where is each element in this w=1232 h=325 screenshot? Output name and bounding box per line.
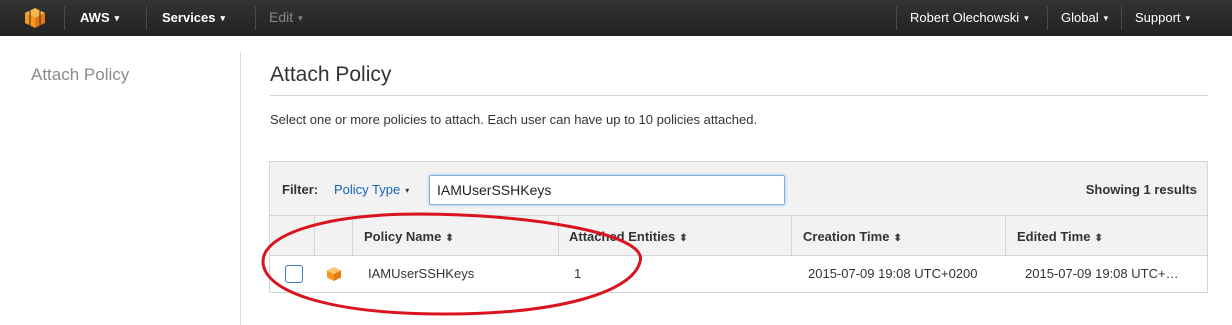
column-header-policy-name[interactable]: Policy Name ⬍ — [364, 216, 454, 256]
nav-separator — [896, 6, 897, 30]
policy-type-label: Policy Type — [334, 182, 401, 197]
edit-menu[interactable]: Edit ▾ — [269, 0, 303, 36]
chevron-down-icon: ▾ — [1024, 13, 1029, 23]
table-header: Policy Name ⬍ Attached Entities ⬍ Creation… — [270, 216, 1207, 256]
top-nav-bar: AWS ▾ Services ▾ Edit ▾ Robert Olechowski ▾ … — [0, 0, 1232, 36]
column-header-label: Policy Name — [364, 229, 442, 244]
sidebar-divider — [240, 52, 241, 325]
user-menu-label: Robert Olechowski — [910, 10, 1020, 25]
column-separator — [558, 216, 559, 256]
filter-bar: Filter: Policy Type ▾ IAMUserSSHKeys Show… — [269, 161, 1208, 215]
edit-menu-label: Edit — [269, 9, 294, 25]
support-menu[interactable]: Support ▾ — [1135, 0, 1190, 36]
chevron-down-icon: ▾ — [220, 13, 226, 23]
page-description: Select one or more policies to attach. E… — [270, 112, 758, 127]
cell-attached-entities: 1 — [574, 266, 582, 281]
column-header-edited-time[interactable]: Edited Time ⬍ — [1017, 216, 1103, 256]
column-header-label: Attached Entities — [569, 229, 676, 244]
chevron-down-icon: ▾ — [405, 186, 410, 195]
sort-icon: ⬍ — [893, 233, 902, 244]
column-header-creation-time[interactable]: Creation Time ⬍ — [803, 216, 902, 256]
sort-icon: ⬍ — [445, 233, 454, 244]
chevron-down-icon: ▾ — [1185, 13, 1191, 23]
column-header-label: Edited Time — [1017, 229, 1091, 244]
aws-menu[interactable]: AWS ▾ — [80, 0, 119, 36]
user-menu[interactable]: Robert Olechowski ▾ — [910, 0, 1029, 36]
cell-creation-time: 2015-07-09 19:08 UTC+0200 — [808, 266, 978, 281]
chevron-down-icon: ▾ — [114, 13, 120, 23]
support-menu-label: Support — [1135, 10, 1181, 25]
filter-label: Filter: — [282, 182, 319, 197]
column-separator — [1005, 216, 1006, 256]
nav-separator — [1047, 6, 1048, 30]
column-header-attached-entities[interactable]: Attached Entities ⬍ — [569, 216, 688, 256]
chevron-down-icon: ▾ — [1103, 13, 1109, 23]
table-row[interactable]: IAMUserSSHKeys 1 2015-07-09 19:08 UTC+02… — [270, 256, 1207, 292]
region-menu-label: Global — [1061, 10, 1099, 25]
policy-type-dropdown[interactable]: Policy Type ▾ — [334, 182, 409, 197]
column-separator — [791, 216, 792, 256]
sort-icon: ⬍ — [679, 233, 688, 244]
page-title: Attach Policy — [270, 63, 392, 86]
managed-policy-cube-icon — [327, 267, 341, 281]
cell-edited-time: 2015-07-09 19:08 UTC+… — [1025, 266, 1179, 281]
column-header-label: Creation Time — [803, 229, 890, 244]
services-menu-label: Services — [162, 10, 216, 25]
nav-separator — [64, 6, 65, 30]
nav-separator — [1121, 6, 1122, 30]
row-select-checkbox[interactable] — [285, 265, 303, 283]
cell-policy-name[interactable]: IAMUserSSHKeys — [368, 256, 474, 292]
column-separator — [352, 216, 353, 256]
nav-separator — [255, 6, 256, 30]
search-input[interactable]: IAMUserSSHKeys — [429, 175, 785, 205]
column-separator — [314, 216, 315, 256]
policies-table: Policy Name ⬍ Attached Entities ⬍ Creation… — [269, 215, 1208, 293]
nav-separator — [146, 6, 147, 30]
chevron-down-icon: ▾ — [298, 13, 303, 23]
region-menu[interactable]: Global ▾ — [1061, 0, 1108, 36]
aws-menu-label: AWS — [80, 10, 110, 25]
results-count: Showing 1 results — [1085, 182, 1197, 197]
sidebar-step-attach-policy[interactable]: Attach Policy — [31, 65, 129, 85]
sort-icon: ⬍ — [1094, 233, 1103, 244]
title-divider — [270, 95, 1208, 96]
services-menu[interactable]: Services ▾ — [162, 0, 225, 36]
aws-cube-logo-icon[interactable] — [24, 7, 46, 29]
